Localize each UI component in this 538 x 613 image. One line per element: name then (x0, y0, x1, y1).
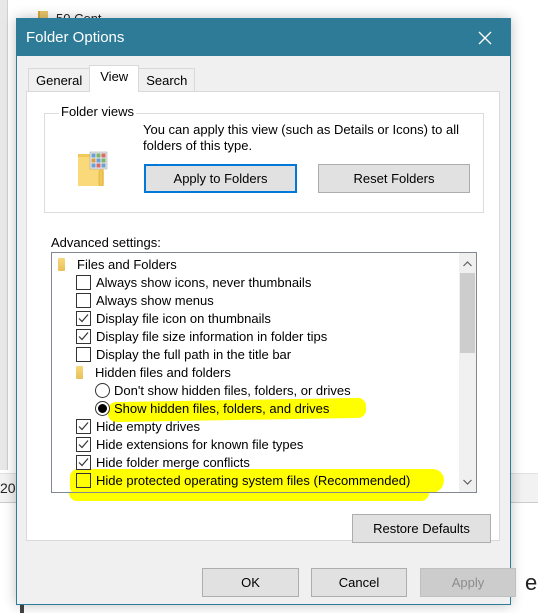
yellow-highlight-tail (69, 493, 429, 501)
setting-label: Always show menus (96, 292, 214, 308)
checkmark-icon (78, 457, 89, 466)
advanced-settings-label: Advanced settings: (51, 235, 161, 250)
folder-view-icon (78, 151, 108, 186)
setting-always-show-menus[interactable]: Always show menus (52, 291, 458, 309)
setting-show-hidden[interactable]: Show hidden files, folders, and drives (52, 397, 458, 423)
setting-label: Display the full path in the title bar (96, 346, 292, 362)
setting-label: Hide protected operating system files (R… (96, 472, 411, 488)
setting-always-show-icons[interactable]: Always show icons, never thumbnails (52, 273, 458, 291)
background-window-edge (0, 0, 8, 470)
checkmark-icon (78, 331, 89, 340)
tree-group-label: Files and Folders (77, 256, 177, 272)
checkbox-unchecked[interactable] (76, 292, 91, 308)
scroll-down-button[interactable] (459, 473, 476, 490)
tab-bar: General View Search (28, 65, 196, 92)
setting-label: Display file icon on thumbnails (96, 310, 271, 326)
setting-display-file-size[interactable]: Display file size information in folder … (52, 327, 458, 345)
checkbox-unchecked[interactable] (76, 346, 91, 362)
setting-label: Hide empty drives (96, 418, 201, 434)
vertical-scrollbar[interactable] (459, 253, 476, 492)
ok-button[interactable]: OK (202, 568, 299, 597)
tree-group-files-and-folders: Files and Folders (52, 255, 458, 273)
tab-general[interactable]: General (28, 68, 91, 92)
setting-label: Hide extensions for known file types (96, 436, 304, 452)
checkbox-checked[interactable] (76, 454, 91, 470)
tree-group-hidden-files: Hidden files and folders (52, 363, 458, 381)
checkmark-icon (78, 313, 89, 322)
checkbox-unchecked[interactable] (76, 274, 91, 290)
chevron-up-icon (463, 260, 472, 266)
checkbox-checked[interactable] (76, 310, 91, 326)
setting-label: Hide folder merge conflicts (96, 454, 250, 470)
checkmark-icon (78, 439, 89, 448)
advanced-settings-list: Files and Folders Always show icons, nev… (52, 255, 458, 492)
checkbox-unchecked[interactable] (76, 472, 91, 488)
setting-hide-extensions[interactable]: Hide extensions for known file types (52, 435, 458, 453)
radio-dot (98, 403, 107, 413)
tree-group-label: Hidden files and folders (95, 364, 231, 380)
advanced-settings-tree[interactable]: Files and Folders Always show icons, nev… (51, 252, 477, 493)
close-icon (478, 31, 492, 44)
scrollbar-thumb[interactable] (460, 273, 475, 353)
checkmark-icon (78, 421, 89, 430)
apply-button[interactable]: Apply (420, 568, 516, 597)
checkbox-checked[interactable] (76, 436, 91, 452)
cancel-button[interactable]: Cancel (311, 568, 407, 597)
close-button[interactable] (470, 23, 500, 53)
setting-label: Always show icons, never thumbnails (96, 274, 312, 290)
radio-selected[interactable] (95, 400, 110, 416)
background-text-fragment: e (525, 570, 538, 595)
checkbox-checked[interactable] (76, 328, 91, 344)
scroll-up-button[interactable] (459, 255, 476, 272)
chevron-down-icon (463, 479, 472, 485)
reset-folders-button[interactable]: Reset Folders (318, 164, 470, 193)
tab-search[interactable]: Search (138, 68, 196, 92)
title-bar[interactable]: Folder Options (17, 19, 510, 56)
setting-display-full-path[interactable]: Display the full path in the title bar (52, 345, 458, 363)
setting-display-file-icon[interactable]: Display file icon on thumbnails (52, 309, 458, 327)
folder-icon (58, 257, 65, 271)
radio-unselected[interactable] (95, 382, 110, 398)
apply-to-folders-button[interactable]: Apply to Folders (144, 164, 297, 193)
folder-icon (76, 365, 83, 379)
restore-defaults-button[interactable]: Restore Defaults (352, 514, 491, 543)
setting-dont-show-hidden[interactable]: Don't show hidden files, folders, or dri… (52, 381, 458, 399)
setting-label: Show hidden files, folders, and drives (114, 400, 330, 416)
folder-options-dialog: Folder Options General View Search Folde… (16, 18, 516, 605)
folder-views-legend: Folder views (59, 104, 136, 119)
setting-hide-empty-drives[interactable]: Hide empty drives (52, 417, 458, 435)
dialog-title: Folder Options (26, 29, 125, 46)
setting-label: Don't show hidden files, folders, or dri… (114, 382, 351, 398)
checkbox-checked[interactable] (76, 418, 91, 434)
setting-hide-protected-os-files[interactable]: Hide protected operating system files (R… (52, 469, 458, 492)
folder-views-description: You can apply this view (such as Details… (143, 122, 460, 153)
setting-label: Display file size information in folder … (96, 328, 328, 344)
tab-view[interactable]: View (89, 65, 140, 92)
